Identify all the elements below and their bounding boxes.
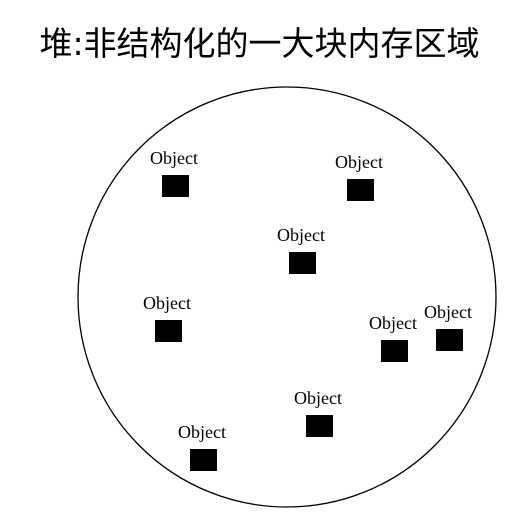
- object-label: Object: [143, 293, 191, 313]
- heap-region: [77, 86, 497, 508]
- heap-diagram: Object Object Object Object Object Objec…: [77, 86, 497, 508]
- object-label: Object: [178, 422, 226, 442]
- object-block: [190, 449, 217, 471]
- object-6: Object: [424, 302, 472, 351]
- object-1: Object: [150, 148, 198, 197]
- object-block: [306, 415, 333, 437]
- object-block: [162, 175, 189, 197]
- object-5: Object: [369, 313, 417, 362]
- object-3: Object: [277, 225, 325, 274]
- object-2: Object: [335, 152, 383, 201]
- object-label: Object: [424, 302, 472, 322]
- object-7: Object: [294, 388, 342, 437]
- object-label: Object: [335, 152, 383, 172]
- object-label: Object: [294, 388, 342, 408]
- object-label: Object: [369, 313, 417, 333]
- object-block: [347, 179, 374, 201]
- object-8: Object: [178, 422, 226, 471]
- object-block: [155, 320, 182, 342]
- object-label: Object: [150, 148, 198, 168]
- object-label: Object: [277, 225, 325, 245]
- object-4: Object: [143, 293, 191, 342]
- object-block: [436, 329, 463, 351]
- object-block: [381, 340, 408, 362]
- object-block: [289, 252, 316, 274]
